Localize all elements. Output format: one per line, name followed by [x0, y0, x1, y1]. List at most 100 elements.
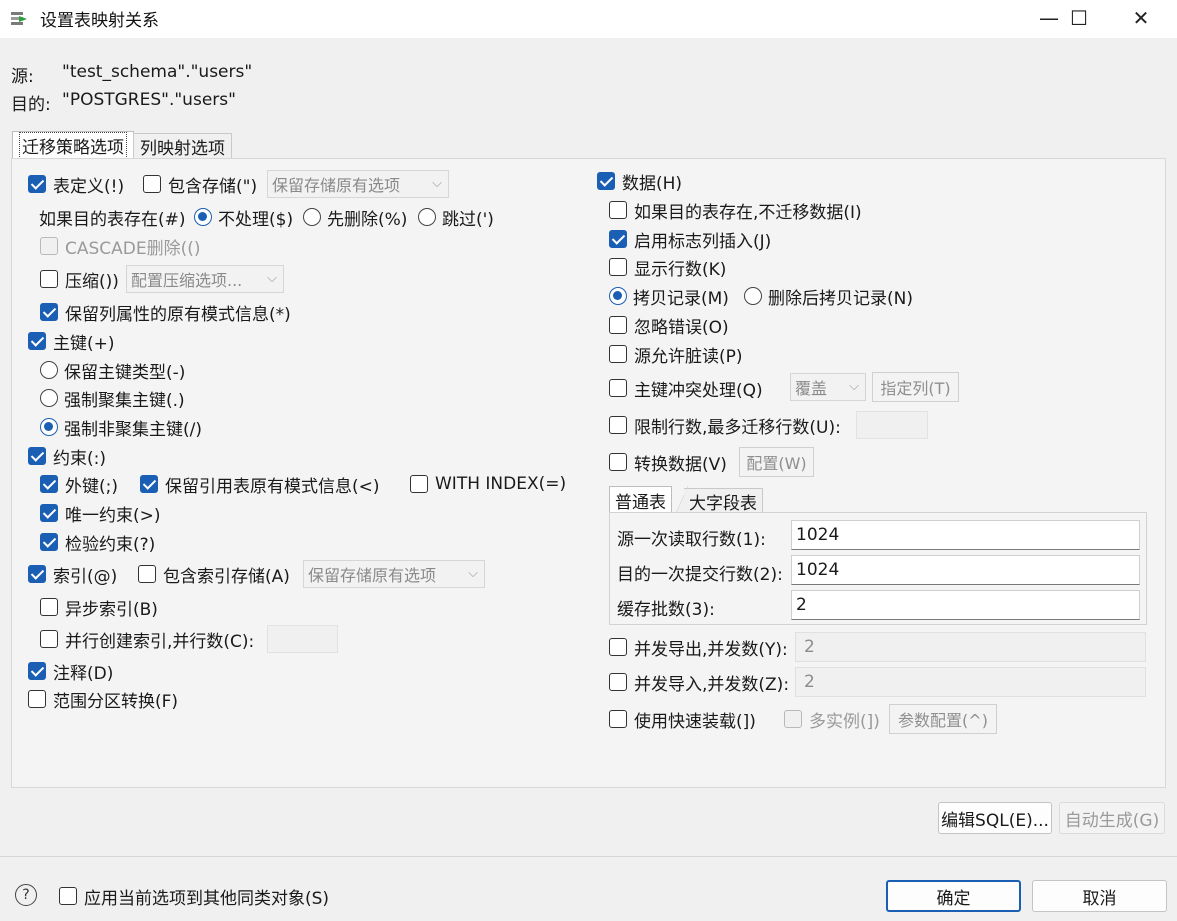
checkbox-box — [28, 175, 46, 193]
data-checkbox[interactable]: 数据(H) — [597, 168, 682, 194]
concurrent-export-checkbox[interactable]: 并发导出,并发数(Y): — [609, 634, 788, 660]
checkbox-box — [140, 475, 158, 493]
label: 拷贝记录(M) — [633, 288, 729, 309]
checkbox-box — [40, 630, 58, 648]
label: 唯一约束(>) — [65, 505, 161, 526]
pk-conflict-select[interactable]: 覆盖 ⌵ — [790, 373, 866, 401]
show-rows-checkbox[interactable]: 显示行数(K) — [609, 254, 726, 280]
maximize-button[interactable]: ☐ — [1050, 0, 1108, 36]
label: WITH INDEX(=) — [435, 474, 567, 494]
range-partition-checkbox[interactable]: 范围分区转换(F) — [28, 686, 178, 712]
skip-if-exists-checkbox[interactable]: 如果目的表存在,不迁移数据(I) — [609, 197, 862, 223]
tab-label: 列映射选项 — [140, 139, 225, 159]
chevron-down-icon: ⌵ — [432, 176, 442, 191]
tab-column-mapping[interactable]: 列映射选项 — [133, 133, 232, 159]
pk-conflict-checkbox[interactable]: 主键冲突处理(Q) — [609, 375, 763, 401]
label: 并发导入,并发数(Z): — [634, 674, 790, 695]
primary-key-checkbox[interactable]: 主键(+) — [28, 328, 115, 354]
parallel-index-checkbox[interactable]: 并行创建索引,并行数(C): — [40, 626, 254, 652]
label: 表定义(!) — [53, 176, 125, 197]
cancel-button[interactable]: 取消 — [1032, 880, 1167, 912]
keep-column-schema-checkbox[interactable]: 保留列属性的原有模式信息(*) — [40, 299, 291, 325]
checkbox-box — [28, 565, 46, 583]
unique-checkbox[interactable]: 唯一约束(>) — [40, 500, 161, 526]
concurrent-import-input[interactable]: 2 — [795, 667, 1146, 697]
checkbox-box — [40, 237, 58, 255]
no-action-radio[interactable]: 不处理($) — [194, 204, 293, 230]
label: 启用标志列插入(J) — [634, 231, 772, 252]
fast-load-checkbox[interactable]: 使用快速装载(]) — [609, 706, 756, 732]
async-index-checkbox[interactable]: 异步索引(B) — [40, 594, 158, 620]
checkbox-box — [40, 598, 58, 616]
radio-dot — [303, 208, 321, 226]
identity-insert-checkbox[interactable]: 启用标志列插入(J) — [609, 226, 771, 252]
close-button[interactable]: ✕ — [1112, 0, 1170, 36]
compress-option-select[interactable]: 配置压缩选项... ⌵ — [126, 265, 284, 293]
concurrent-export-input[interactable]: 2 — [795, 632, 1146, 662]
check-constraint-checkbox[interactable]: 检验约束(?) — [40, 529, 155, 555]
checkbox-box — [28, 690, 46, 708]
checkbox-box — [40, 475, 58, 493]
apply-to-others-checkbox[interactable]: 应用当前选项到其他同类对象(S) — [59, 883, 329, 909]
label: 外键(;) — [65, 476, 118, 497]
compress-checkbox[interactable]: 压缩()) — [40, 266, 119, 292]
checkbox-box — [784, 710, 802, 728]
label: 约束(:) — [53, 448, 106, 469]
concurrent-import-checkbox[interactable]: 并发导入,并发数(Z): — [609, 669, 789, 695]
checkbox-box — [609, 710, 627, 728]
commit-rows-input[interactable]: 1024 — [791, 555, 1140, 585]
target-label: 目的: — [11, 95, 51, 115]
ok-button[interactable]: 确定 — [886, 880, 1021, 912]
subtab-lob-table[interactable]: 大字段表 — [684, 488, 763, 514]
edit-sql-button[interactable]: 编辑SQL(E)... — [938, 802, 1052, 834]
delete-then-copy-radio[interactable]: 删除后拷贝记录(N) — [744, 283, 913, 309]
constraints-checkbox[interactable]: 约束(:) — [28, 443, 106, 469]
label: 先删除(%) — [327, 209, 408, 230]
cache-batches-input[interactable]: 2 — [791, 590, 1140, 620]
ignore-errors-checkbox[interactable]: 忽略错误(O) — [609, 312, 729, 338]
transform-data-checkbox[interactable]: 转换数据(V) — [609, 449, 727, 475]
with-index-checkbox[interactable]: WITH INDEX(=) — [410, 471, 566, 497]
limit-rows-input[interactable] — [856, 411, 928, 439]
drop-first-radio[interactable]: 先删除(%) — [303, 204, 407, 230]
index-checkbox[interactable]: 索引(@) — [28, 561, 117, 587]
read-rows-input[interactable]: 1024 — [791, 520, 1140, 550]
parallel-count-input[interactable] — [267, 625, 338, 653]
checkbox-box — [609, 201, 627, 219]
tab-label: 大字段表 — [689, 493, 757, 514]
checkbox-box — [40, 270, 58, 288]
specify-columns-button[interactable]: 指定列(T) — [872, 372, 959, 402]
force-clustered-radio[interactable]: 强制聚集主键(.) — [40, 385, 185, 411]
label: 如果目的表存在(#) — [39, 209, 186, 230]
subtab-normal-table[interactable]: 普通表 — [609, 486, 672, 513]
include-index-storage-checkbox[interactable]: 包含索引存储(A) — [138, 561, 290, 587]
label: 使用快速装载(]) — [634, 711, 756, 732]
keep-pk-type-radio[interactable]: 保留主键类型(-) — [40, 357, 185, 383]
param-config-button[interactable]: 参数配置(^) — [889, 704, 997, 734]
skip-radio[interactable]: 跳过(') — [418, 204, 494, 230]
label: 保留引用表原有模式信息(<) — [165, 476, 380, 497]
auto-generate-button[interactable]: 自动生成(G) — [1059, 802, 1165, 834]
keep-ref-schema-checkbox[interactable]: 保留引用表原有模式信息(<) — [140, 471, 380, 497]
include-storage-checkbox[interactable]: 包含存储(") — [143, 171, 257, 197]
storage-option-select[interactable]: 保留存储原有选项 ⌵ — [267, 170, 449, 198]
table-def-checkbox[interactable]: 表定义(!) — [28, 171, 124, 197]
dirty-read-checkbox[interactable]: 源允许脏读(P) — [609, 341, 743, 367]
cascade-drop-checkbox[interactable]: CASCADE删除(() — [40, 233, 201, 259]
select-value: 配置压缩选项... — [131, 271, 243, 290]
force-nonclustered-radio[interactable]: 强制非聚集主键(/) — [40, 414, 202, 440]
radio-dot — [609, 287, 627, 305]
foreign-key-checkbox[interactable]: 外键(;) — [40, 471, 118, 497]
help-icon[interactable]: ? — [15, 884, 37, 906]
limit-rows-checkbox[interactable]: 限制行数,最多迁移行数(U): — [609, 412, 841, 438]
footer-divider — [0, 856, 1177, 857]
multi-instance-checkbox[interactable]: 多实例(]) — [784, 706, 880, 732]
label: 索引(@) — [53, 566, 118, 587]
index-storage-option-select[interactable]: 保留存储原有选项 ⌵ — [303, 560, 485, 588]
label: 如果目的表存在,不迁移数据(I) — [634, 202, 862, 223]
tab-migration-strategy[interactable]: 迁移策略选项 — [12, 131, 134, 159]
checkbox-box — [143, 175, 161, 193]
configure-button[interactable]: 配置(W) — [739, 447, 814, 477]
comments-checkbox[interactable]: 注释(D) — [28, 658, 113, 684]
copy-records-radio[interactable]: 拷贝记录(M) — [609, 283, 729, 309]
